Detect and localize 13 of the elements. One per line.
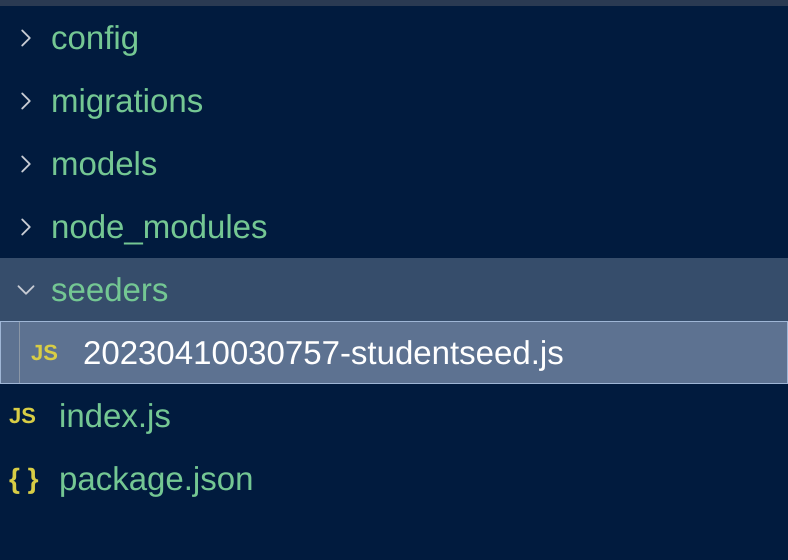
file-name: 20230410030757-studentseed.js: [83, 334, 564, 372]
js-file-icon: JS: [31, 340, 83, 366]
folder-name[interactable]: node_modules: [51, 208, 268, 246]
folder-row[interactable]: seeders: [0, 258, 788, 321]
folder-name[interactable]: models: [51, 144, 158, 182]
file-name[interactable]: index.js: [59, 396, 171, 434]
folder-name[interactable]: config: [51, 18, 140, 56]
file-name[interactable]: package.json: [59, 460, 254, 498]
json-file-icon: { }: [9, 462, 59, 494]
file-row[interactable]: JS 20230410030757-studentseed.js: [0, 321, 788, 384]
folder-name[interactable]: migrations: [51, 82, 204, 120]
js-file-icon: JS: [9, 402, 59, 428]
folder-name: seeders: [51, 270, 168, 308]
